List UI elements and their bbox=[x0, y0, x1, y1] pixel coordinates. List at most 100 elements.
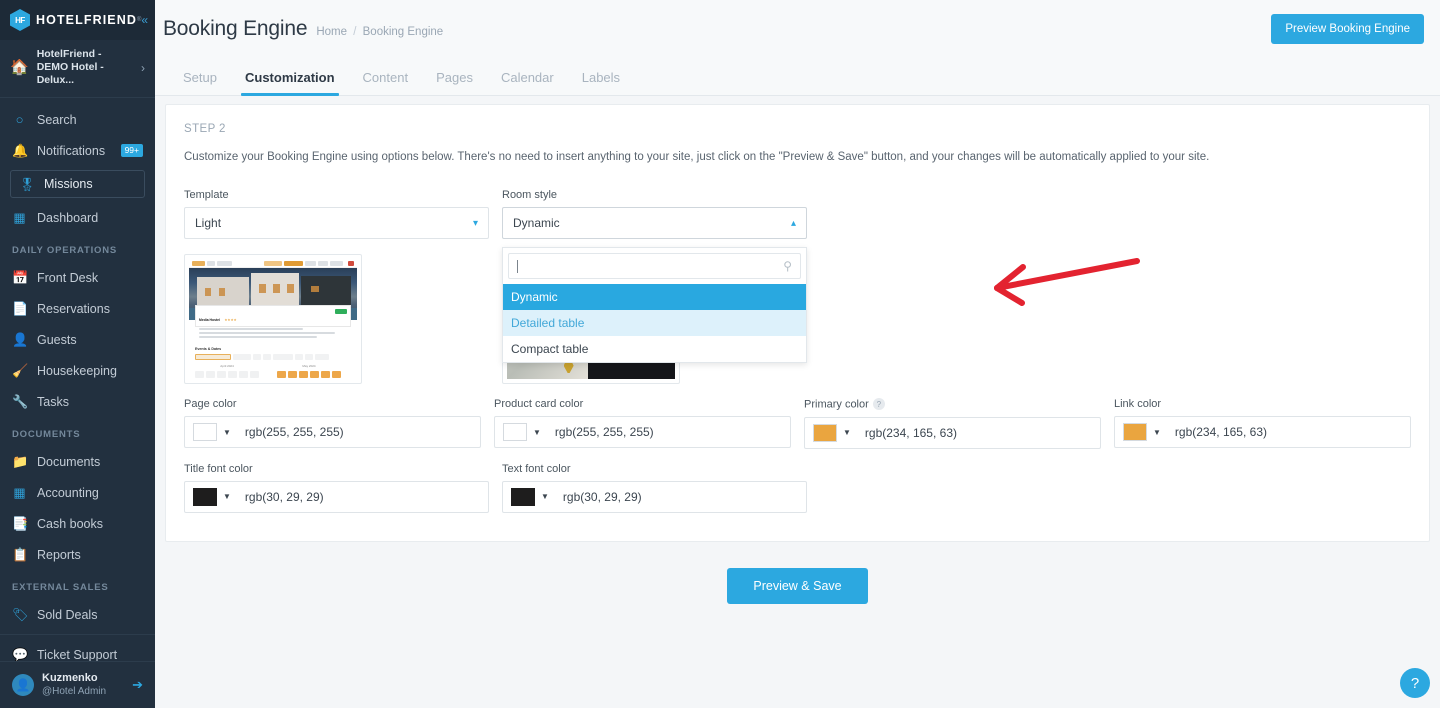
tab-pages[interactable]: Pages bbox=[422, 70, 487, 95]
sidebar-item-accounting[interactable]: ▦ Accounting bbox=[0, 477, 155, 508]
primary-color-input[interactable]: ▼ rgb(234, 165, 63) bbox=[804, 416, 1101, 449]
help-icon[interactable]: ? bbox=[872, 398, 885, 410]
sidebar-item-label: Reservations bbox=[37, 301, 110, 316]
color-swatch[interactable] bbox=[1123, 423, 1147, 441]
color-swatch[interactable] bbox=[511, 487, 535, 506]
room-style-select[interactable]: Dynamic ▴ bbox=[502, 207, 807, 239]
text-font-color-input[interactable]: ▼ rgb(30, 29, 29) bbox=[502, 480, 807, 513]
preview-nav bbox=[189, 259, 357, 268]
page-color-field: Page color ▼ rgb(255, 255, 255) bbox=[184, 398, 481, 449]
hotelfriend-logo-icon bbox=[10, 9, 30, 31]
award-icon: 🎖 bbox=[19, 176, 36, 192]
title-font-color-input[interactable]: ▼ rgb(30, 29, 29) bbox=[184, 480, 489, 513]
sidebar-item-housekeeping[interactable]: 🧹 Housekeeping bbox=[0, 355, 155, 386]
color-swatch[interactable] bbox=[503, 423, 527, 441]
sidebar-item-label: Front Desk bbox=[37, 270, 99, 285]
sidebar-section-documents: DOCUMENTS bbox=[12, 429, 81, 440]
sidebar-item-missions[interactable]: 🎖 Missions bbox=[10, 170, 145, 198]
sidebar-item-guests[interactable]: 👤 Guests bbox=[0, 324, 155, 355]
chevron-right-icon: › bbox=[141, 60, 145, 75]
title-font-color-label: Title font color bbox=[184, 462, 253, 475]
template-label: Template bbox=[184, 189, 229, 201]
sidebar-user[interactable]: 👤 Kuzmenko @Hotel Admin ➔ bbox=[0, 661, 155, 708]
chevron-down-icon: ▾ bbox=[472, 217, 478, 229]
template-field: Template Light ▾ Media Hostel ★★★★ Event… bbox=[184, 189, 489, 384]
tab-labels[interactable]: Labels bbox=[568, 70, 634, 95]
search-icon: ⚲ bbox=[783, 259, 792, 273]
color-swatch[interactable] bbox=[193, 487, 217, 506]
chevron-down-icon[interactable]: ▼ bbox=[223, 492, 231, 501]
sidebar-item-label: Reports bbox=[37, 547, 81, 562]
sidebar-item-sold-deals[interactable]: 🏷 Sold Deals bbox=[0, 599, 155, 630]
chevron-down-icon[interactable]: ▼ bbox=[843, 428, 851, 437]
calendar-icon: 📅 bbox=[12, 270, 29, 285]
room-style-option-detailed-table[interactable]: Detailed table bbox=[503, 310, 806, 336]
chevron-down-icon[interactable]: ▼ bbox=[541, 492, 549, 501]
template-select[interactable]: Light ▾ bbox=[184, 207, 489, 239]
preview-booking-engine-button[interactable]: Preview Booking Engine bbox=[1271, 14, 1424, 44]
selector-row: Template Light ▾ Media Hostel ★★★★ Event… bbox=[184, 189, 1411, 384]
chevron-down-icon[interactable]: ▼ bbox=[223, 428, 231, 437]
sidebar-section-daily-operations: DAILY OPERATIONS bbox=[12, 245, 118, 256]
sidebar-item-reservations[interactable]: 📄 Reservations bbox=[0, 293, 155, 324]
primary-color-label-text: Primary color bbox=[804, 398, 869, 411]
chevrons-left-icon[interactable]: « bbox=[141, 14, 148, 26]
sidebar-item-notifications[interactable]: 🔔 Notifications 99+ bbox=[0, 135, 155, 166]
user-name: Kuzmenko bbox=[42, 672, 98, 684]
content-scroll-area: STEP 2 Customize your Booking Engine usi… bbox=[155, 96, 1440, 708]
primary-color-label: Primary color? bbox=[804, 398, 1101, 411]
template-preview-light[interactable]: Media Hostel ★★★★ Events & Dates April 2… bbox=[184, 254, 362, 384]
logo-text: HOTELFRIEND bbox=[36, 13, 137, 27]
title-font-color-value: rgb(30, 29, 29) bbox=[244, 489, 324, 504]
help-floating-button[interactable]: ? bbox=[1400, 668, 1430, 698]
page-color-input[interactable]: ▼ rgb(255, 255, 255) bbox=[184, 416, 481, 448]
logout-icon[interactable]: ➔ bbox=[132, 677, 143, 693]
chevron-down-icon[interactable]: ▼ bbox=[533, 428, 541, 437]
sidebar-item-tasks[interactable]: 🔧 Tasks bbox=[0, 386, 155, 417]
product-card-color-input[interactable]: ▼ rgb(255, 255, 255) bbox=[494, 416, 791, 448]
book-icon: 📑 bbox=[12, 516, 29, 531]
tag-icon: 🏷 bbox=[12, 607, 29, 622]
sidebar-item-label: Missions bbox=[44, 177, 93, 191]
room-style-option-dynamic[interactable]: Dynamic bbox=[503, 284, 806, 310]
user-role: @Hotel Admin bbox=[42, 686, 107, 697]
chevron-down-icon[interactable]: ▼ bbox=[1153, 428, 1161, 437]
sidebar-item-reports[interactable]: 📋 Reports bbox=[0, 539, 155, 570]
sidebar-item-label: Sold Deals bbox=[37, 607, 98, 622]
text-font-color-value: rgb(30, 29, 29) bbox=[562, 489, 642, 504]
sidebar-item-front-desk[interactable]: 📅 Front Desk bbox=[0, 262, 155, 293]
sidebar-item-cash-books[interactable]: 📑 Cash books bbox=[0, 508, 155, 539]
hotel-name: HotelFriend - DEMO Hotel - Delux... bbox=[36, 48, 104, 86]
primary-color-value: rgb(234, 165, 63) bbox=[864, 425, 957, 440]
preview-and-save-button[interactable]: Preview & Save bbox=[727, 567, 868, 604]
link-color-field: Link color ▼ rgb(234, 165, 63) bbox=[1114, 398, 1411, 449]
sidebar-item-label: Housekeeping bbox=[37, 363, 117, 378]
text-font-color-label: Text font color bbox=[502, 462, 571, 475]
room-style-option-compact-table[interactable]: Compact table bbox=[503, 336, 806, 362]
color-swatch[interactable] bbox=[193, 423, 217, 441]
sidebar: HOTELFRIEND ® « 🏠 HotelFriend - DEMO Hot… bbox=[0, 0, 155, 708]
tab-bar: Setup Customization Content Pages Calend… bbox=[155, 58, 1440, 96]
home-icon: 🏠 bbox=[10, 59, 29, 76]
calculator-icon: ▦ bbox=[13, 485, 26, 500]
step-label: STEP 2 bbox=[184, 123, 226, 135]
tab-customization[interactable]: Customization bbox=[231, 70, 349, 96]
sidebar-item-search[interactable]: ○ Search bbox=[0, 104, 155, 135]
color-swatch[interactable] bbox=[813, 423, 837, 442]
breadcrumb-separator: / bbox=[353, 26, 357, 38]
tab-content[interactable]: Content bbox=[349, 70, 423, 95]
room-style-search-input[interactable]: ⚲ bbox=[508, 253, 801, 279]
hotel-selector[interactable]: 🏠 HotelFriend - DEMO Hotel - Delux... › bbox=[0, 40, 155, 98]
tab-setup[interactable]: Setup bbox=[169, 70, 231, 95]
file-icon: 📄 bbox=[12, 301, 29, 316]
tab-calendar[interactable]: Calendar bbox=[487, 70, 568, 95]
title-font-color-field: Title font color ▼ rgb(30, 29, 29) bbox=[184, 463, 489, 513]
sidebar-logo[interactable]: HOTELFRIEND ® « bbox=[0, 0, 155, 40]
link-color-input[interactable]: ▼ rgb(234, 165, 63) bbox=[1114, 416, 1411, 448]
sidebar-item-dashboard[interactable]: ▦ Dashboard bbox=[0, 202, 155, 233]
product-card-color-value: rgb(255, 255, 255) bbox=[554, 425, 654, 439]
sidebar-item-documents[interactable]: 📁 Documents bbox=[0, 446, 155, 477]
breadcrumb-home[interactable]: Home bbox=[316, 26, 347, 38]
link-color-label: Link color bbox=[1114, 398, 1162, 410]
room-style-dropdown: ⚲ Dynamic Detailed table Compact table bbox=[502, 247, 807, 363]
